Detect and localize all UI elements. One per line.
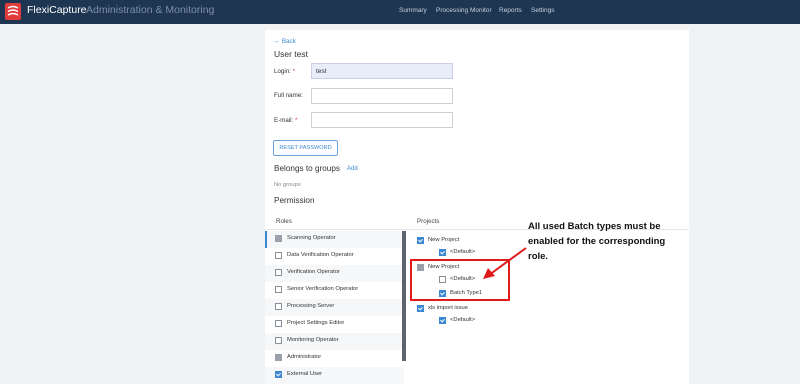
projects-column-header: Projects: [417, 218, 440, 225]
role-label: Senior Verification Operator: [287, 286, 359, 292]
full-name-field[interactable]: [311, 88, 453, 104]
batch-type-checkbox[interactable]: [439, 317, 446, 324]
role-label: Scanning Operator: [287, 235, 336, 241]
role-row-senior-verification-operator[interactable]: Senior Verification Operator: [265, 282, 404, 299]
nav-settings[interactable]: Settings: [531, 7, 555, 14]
role-label: Data Verification Operator: [287, 252, 354, 258]
groups-heading: Belongs to groups: [274, 164, 340, 173]
role-row-project-settings-editor[interactable]: Project Settings Editor: [265, 316, 404, 333]
roles-column-header: Roles: [276, 218, 292, 225]
nav-reports[interactable]: Reports: [499, 7, 522, 14]
flexicapture-logo-icon: [5, 3, 21, 20]
full-name-label: Full name:: [274, 92, 303, 99]
batch-type-label: <Default>: [450, 249, 476, 255]
annotation-callout: All used Batch types must be enabled for…: [528, 221, 666, 262]
project-label: New Project: [428, 237, 460, 243]
role-checkbox[interactable]: [275, 252, 282, 259]
selected-row-indicator: [265, 231, 267, 248]
role-checkbox[interactable]: [275, 354, 282, 361]
nav-summary[interactable]: Summary: [399, 7, 427, 14]
email-field[interactable]: [311, 112, 453, 128]
no-groups-text: No groups: [274, 182, 301, 188]
roles-scrollbar[interactable]: [402, 231, 406, 361]
role-checkbox[interactable]: [275, 286, 282, 293]
role-checkbox[interactable]: [275, 235, 282, 242]
role-row-administrator[interactable]: Administrator: [265, 350, 404, 367]
role-label: External User: [287, 371, 323, 377]
login-field[interactable]: [311, 63, 453, 79]
permission-heading: Permission: [274, 196, 315, 205]
project-checkbox[interactable]: [417, 237, 424, 244]
role-row-data-verification-operator[interactable]: Data Verification Operator: [265, 248, 404, 265]
role-checkbox[interactable]: [275, 337, 282, 344]
reset-password-button[interactable]: RESET PASSWORD: [273, 140, 338, 156]
role-row-processing-server[interactable]: Processing Server: [265, 299, 404, 316]
email-label: E-mail: *: [274, 117, 298, 124]
role-row-scanning-operator[interactable]: Scanning Operator: [265, 231, 404, 248]
callout-arrow-icon: [483, 247, 527, 279]
batch-type-label: <Default>: [450, 317, 476, 323]
role-row-monitoring-operator[interactable]: Monitoring Operator: [265, 333, 404, 350]
role-checkbox[interactable]: [275, 269, 282, 276]
project-checkbox[interactable]: [417, 305, 424, 312]
role-label: Administrator: [287, 354, 322, 360]
login-label: Login: *: [274, 68, 296, 75]
role-row-verification-operator[interactable]: Verification Operator: [265, 265, 404, 282]
role-checkbox[interactable]: [275, 371, 282, 378]
role-checkbox[interactable]: [275, 320, 282, 327]
nav-processing-monitor[interactable]: Processing Monitor: [436, 7, 492, 14]
batch-type-checkbox[interactable]: [439, 249, 446, 256]
brand-name: FlexiCapture: [27, 4, 87, 16]
page-title: User test: [274, 49, 309, 59]
role-label: Processing Server: [287, 303, 335, 309]
add-group-link[interactable]: Add: [347, 166, 358, 172]
project-label: xls import issue: [428, 305, 468, 311]
app-subtitle: Administration & Monitoring: [86, 4, 215, 16]
top-navigation-bar: FlexiCapture Administration & Monitoring…: [0, 0, 800, 24]
back-link[interactable]: ← Back: [274, 38, 296, 45]
role-checkbox[interactable]: [275, 303, 282, 310]
role-row-external-user[interactable]: External User: [265, 367, 404, 384]
role-label: Verification Operator: [287, 269, 340, 275]
role-label: Monitoring Operator: [287, 337, 339, 343]
user-edit-panel: ← Back User test Login: * Full name: E-m…: [265, 30, 689, 384]
role-label: Project Settings Editor: [287, 320, 345, 326]
